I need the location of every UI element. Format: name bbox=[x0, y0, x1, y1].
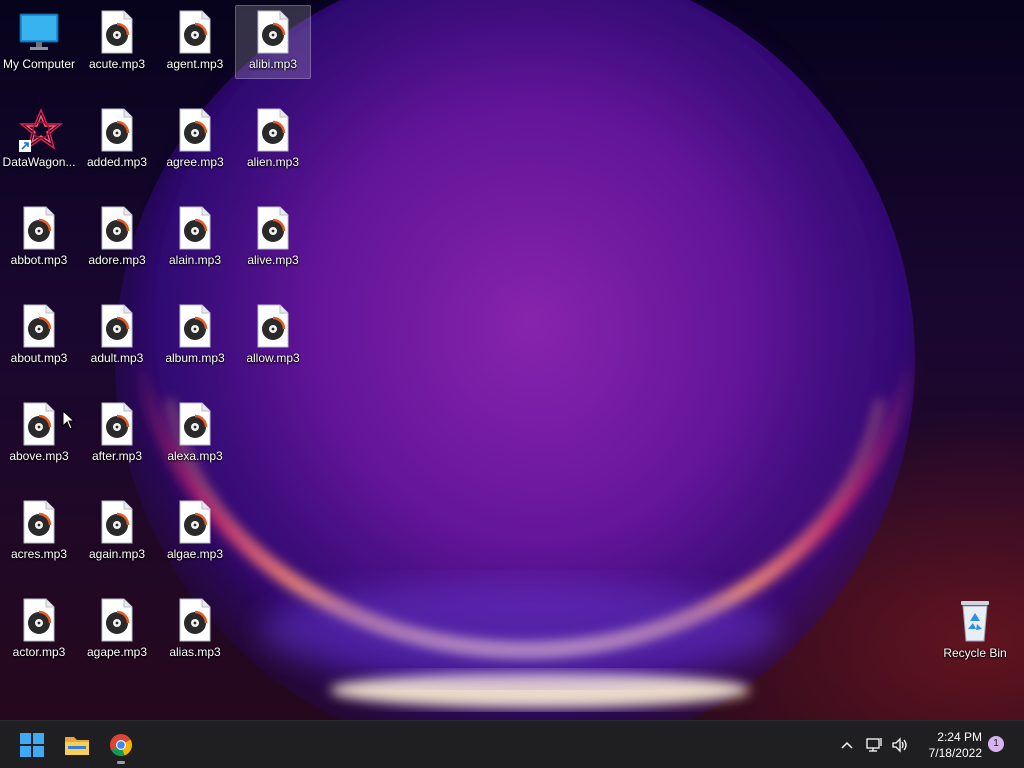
desktop-icon[interactable]: allow.mp3 bbox=[235, 299, 311, 373]
recycle-bin[interactable]: Recycle Bin bbox=[937, 594, 1013, 668]
audio-file-icon bbox=[253, 108, 293, 152]
desktop[interactable]: My Computer acute.mp3 agent.mp3 alibi.mp3 Da… bbox=[0, 0, 1024, 720]
audio-file-icon bbox=[175, 598, 215, 642]
desktop-icon[interactable]: algae.mp3 bbox=[157, 495, 233, 569]
desktop-icon[interactable]: agape.mp3 bbox=[79, 593, 155, 667]
recycle-bin-icon bbox=[955, 599, 995, 643]
desktop-icon-label: agent.mp3 bbox=[166, 57, 224, 71]
chrome-button[interactable] bbox=[101, 725, 141, 765]
desktop-icon-label: alien.mp3 bbox=[246, 155, 300, 169]
desktop-icon-label: agape.mp3 bbox=[86, 645, 148, 659]
clock[interactable]: 2:24 PM 7/18/2022 bbox=[912, 729, 982, 761]
desktop-icon-label: acute.mp3 bbox=[88, 57, 146, 71]
desktop-icon-label: My Computer bbox=[2, 57, 76, 71]
audio-file-icon bbox=[97, 206, 137, 250]
audio-file-icon bbox=[19, 598, 59, 642]
desktop-icon-label: abbot.mp3 bbox=[10, 253, 68, 267]
desktop-icon-label: after.mp3 bbox=[91, 449, 143, 463]
folder-icon bbox=[65, 737, 89, 755]
desktop-icon-label: alexa.mp3 bbox=[167, 449, 223, 463]
desktop-icon[interactable]: album.mp3 bbox=[157, 299, 233, 373]
audio-file-icon bbox=[175, 500, 215, 544]
audio-file-icon bbox=[19, 402, 59, 446]
desktop-icon[interactable]: alien.mp3 bbox=[235, 103, 311, 177]
audio-file-icon bbox=[175, 304, 215, 348]
desktop-icon-label: alive.mp3 bbox=[247, 253, 299, 267]
audio-file-icon bbox=[175, 108, 215, 152]
desktop-icon[interactable]: acute.mp3 bbox=[79, 5, 155, 79]
desktop-icon[interactable]: alexa.mp3 bbox=[157, 397, 233, 471]
computer-icon bbox=[19, 10, 59, 54]
audio-file-icon bbox=[97, 108, 137, 152]
taskbar: 2:24 PM 7/18/2022 bbox=[0, 720, 1024, 768]
audio-file-icon bbox=[97, 598, 137, 642]
desktop-icon-label: alibi.mp3 bbox=[248, 57, 298, 71]
desktop-icon[interactable]: alibi.mp3 bbox=[235, 5, 311, 79]
audio-file-icon bbox=[97, 500, 137, 544]
audio-file-icon bbox=[253, 206, 293, 250]
desktop-icon[interactable]: alive.mp3 bbox=[235, 201, 311, 275]
desktop-icon-label: agree.mp3 bbox=[166, 155, 224, 169]
file-explorer-button[interactable] bbox=[57, 725, 97, 765]
desktop-icon-label: algae.mp3 bbox=[166, 547, 224, 561]
desktop-icon-label: about.mp3 bbox=[10, 351, 68, 365]
desktop-icon-label: adore.mp3 bbox=[88, 253, 146, 267]
audio-file-icon bbox=[97, 402, 137, 446]
audio-file-icon bbox=[19, 500, 59, 544]
audio-file-icon bbox=[175, 206, 215, 250]
desktop-icon-label: actor.mp3 bbox=[12, 645, 66, 659]
audio-file-icon bbox=[175, 10, 215, 54]
network-icon bbox=[866, 738, 882, 752]
desktop-icon-label: album.mp3 bbox=[165, 351, 225, 365]
windows-logo-icon bbox=[20, 733, 44, 757]
desktop-icon[interactable]: acres.mp3 bbox=[1, 495, 77, 569]
desktop-icon[interactable]: alias.mp3 bbox=[157, 593, 233, 667]
audio-file-icon bbox=[19, 304, 59, 348]
desktop-icon-label: alain.mp3 bbox=[168, 253, 222, 267]
network-status-button[interactable] bbox=[864, 729, 886, 761]
recycle-bin-label: Recycle Bin bbox=[943, 646, 1007, 660]
desktop-icon[interactable]: My Computer bbox=[1, 5, 77, 79]
clock-date: 7/18/2022 bbox=[928, 746, 982, 760]
desktop-icon-label: above.mp3 bbox=[9, 449, 69, 463]
audio-file-icon bbox=[253, 304, 293, 348]
desktop-icon-label: again.mp3 bbox=[88, 547, 146, 561]
chrome-icon bbox=[110, 734, 132, 756]
audio-file-icon bbox=[19, 206, 59, 250]
running-indicator bbox=[117, 761, 125, 764]
desktop-icon-label: acres.mp3 bbox=[10, 547, 68, 561]
desktop-icon-label: DataWagon... bbox=[2, 155, 76, 169]
desktop-icon[interactable]: added.mp3 bbox=[79, 103, 155, 177]
mouse-cursor-icon bbox=[62, 409, 76, 435]
audio-file-icon bbox=[97, 304, 137, 348]
desktop-icon[interactable]: after.mp3 bbox=[79, 397, 155, 471]
desktop-icon[interactable]: actor.mp3 bbox=[1, 593, 77, 667]
volume-button[interactable] bbox=[889, 729, 911, 761]
desktop-icon[interactable]: adult.mp3 bbox=[79, 299, 155, 373]
tray-overflow-button[interactable] bbox=[836, 729, 858, 761]
audio-file-icon bbox=[253, 10, 293, 54]
desktop-icon[interactable]: again.mp3 bbox=[79, 495, 155, 569]
app-shortcut-icon bbox=[19, 108, 63, 152]
speaker-icon bbox=[892, 737, 907, 753]
desktop-icon-label: alias.mp3 bbox=[169, 645, 221, 659]
desktop-icon[interactable]: DataWagon... bbox=[1, 103, 77, 177]
desktop-icon-label: allow.mp3 bbox=[246, 351, 300, 365]
chevron-up-icon bbox=[841, 741, 853, 749]
notification-badge[interactable]: 1 bbox=[988, 736, 1004, 752]
desktop-icon[interactable]: alain.mp3 bbox=[157, 201, 233, 275]
desktop-icon-label: added.mp3 bbox=[86, 155, 148, 169]
desktop-icon[interactable]: abbot.mp3 bbox=[1, 201, 77, 275]
desktop-icon[interactable]: agree.mp3 bbox=[157, 103, 233, 177]
desktop-icon-label: adult.mp3 bbox=[90, 351, 144, 365]
desktop-icon[interactable]: adore.mp3 bbox=[79, 201, 155, 275]
clock-time: 2:24 PM bbox=[937, 730, 982, 744]
audio-file-icon bbox=[97, 10, 137, 54]
desktop-icon[interactable]: agent.mp3 bbox=[157, 5, 233, 79]
audio-file-icon bbox=[175, 402, 215, 446]
start-button[interactable] bbox=[12, 725, 52, 765]
desktop-icon[interactable]: about.mp3 bbox=[1, 299, 77, 373]
